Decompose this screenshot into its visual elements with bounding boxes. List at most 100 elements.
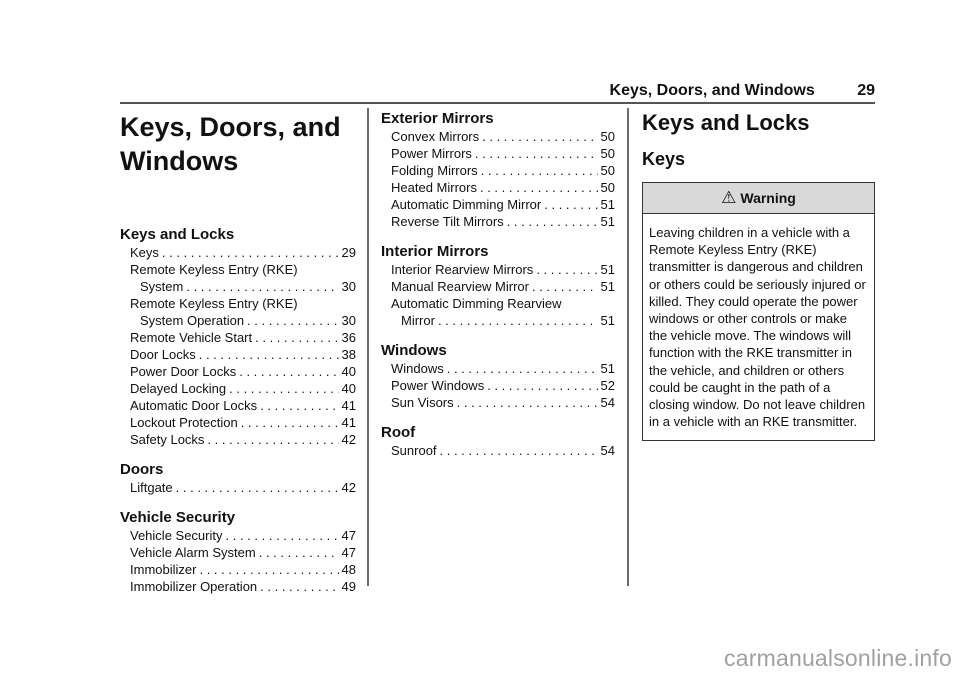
leader-dots bbox=[507, 213, 598, 230]
body-column: Keys and Locks Keys ⚠ Warning Leaving ch… bbox=[642, 108, 875, 442]
toc-entry-page: 50 bbox=[600, 163, 615, 178]
toc-entry[interactable]: Safety Locks 42 bbox=[120, 431, 356, 448]
leader-dots bbox=[438, 312, 598, 329]
toc-entry[interactable]: Door Locks 38 bbox=[120, 346, 356, 363]
toc-entry[interactable]: Liftgate 42 bbox=[120, 479, 356, 496]
column-divider bbox=[627, 108, 629, 586]
toc-entry-label: Vehicle Alarm System bbox=[130, 545, 256, 560]
toc-entry-page: 29 bbox=[341, 245, 356, 260]
toc-section-heading[interactable]: Vehicle Security bbox=[120, 510, 356, 526]
toc-entry-page: 54 bbox=[600, 395, 615, 410]
leader-dots bbox=[199, 346, 339, 363]
leader-dots bbox=[255, 329, 338, 346]
warning-box: ⚠ Warning Leaving children in a vehicle … bbox=[642, 182, 875, 442]
toc-entry-page: 38 bbox=[341, 347, 356, 362]
warning-triangle-icon: ⚠ bbox=[721, 188, 737, 207]
leader-dots bbox=[226, 527, 339, 544]
toc-entry[interactable]: Automatic Door Locks 41 bbox=[120, 397, 356, 414]
toc-entry-page: 42 bbox=[341, 432, 356, 447]
leader-dots bbox=[207, 431, 338, 448]
toc-entry[interactable]: Interior Rearview Mirrors 51 bbox=[381, 261, 615, 278]
toc-entry-label: Remote Keyless Entry (RKE) bbox=[130, 262, 298, 277]
toc-section-heading[interactable]: Doors bbox=[120, 462, 356, 478]
toc-entry-label: Automatic Dimming Mirror bbox=[391, 197, 542, 212]
toc-entry-label: Automatic Door Locks bbox=[130, 398, 258, 413]
toc-entry[interactable]: Immobilizer Operation 49 bbox=[120, 578, 356, 595]
toc-entry[interactable]: Power Door Locks 40 bbox=[120, 363, 356, 380]
toc-entry[interactable]: Vehicle Alarm System 47 bbox=[120, 544, 356, 561]
toc-section-heading[interactable]: Windows bbox=[381, 343, 615, 359]
toc-entry-label: Convex Mirrors bbox=[391, 129, 480, 144]
leader-dots bbox=[260, 578, 338, 595]
toc-entry-page: 30 bbox=[341, 279, 356, 294]
toc-entry-page: 41 bbox=[341, 398, 356, 413]
leader-dots bbox=[440, 442, 598, 459]
toc-entry-page: 52 bbox=[600, 378, 615, 393]
toc-entry-label: Power Windows bbox=[391, 378, 485, 393]
leader-dots bbox=[239, 363, 338, 380]
toc-entry[interactable]: Delayed Locking 40 bbox=[120, 380, 356, 397]
toc-section-heading[interactable]: Interior Mirrors bbox=[381, 244, 615, 260]
toc-entry[interactable]: Heated Mirrors 50 bbox=[381, 179, 615, 196]
toc-entry-label: Door Locks bbox=[130, 347, 196, 362]
toc-entry[interactable]: Automatic Dimming Mirror 51 bbox=[381, 196, 615, 213]
leader-dots bbox=[536, 261, 597, 278]
warning-title: Warning bbox=[740, 190, 796, 206]
toc-entry-label: Manual Rearview Mirror bbox=[391, 279, 529, 294]
toc-entry[interactable]: Power Mirrors 50 bbox=[381, 145, 615, 162]
toc-entry-page: 41 bbox=[341, 415, 356, 430]
toc-entry-label: Immobilizer bbox=[130, 562, 197, 577]
leader-dots bbox=[199, 561, 338, 578]
toc-section-heading[interactable]: Exterior Mirrors bbox=[381, 111, 615, 127]
toc-entry-label: Sun Visors bbox=[391, 395, 454, 410]
toc-entry[interactable]: Manual Rearview Mirror 51 bbox=[381, 278, 615, 295]
leader-dots bbox=[544, 196, 597, 213]
toc-entry-label: Immobilizer Operation bbox=[130, 579, 258, 594]
toc-entry[interactable]: Power Windows 52 bbox=[381, 377, 615, 394]
running-head-title: Keys, Doors, and Windows bbox=[609, 82, 815, 99]
leader-dots bbox=[482, 128, 597, 145]
toc-entry-label: Interior Rearview Mirrors bbox=[391, 262, 534, 277]
toc-entry[interactable]: Vehicle Security 47 bbox=[120, 527, 356, 544]
toc-section-heading[interactable]: Keys and Locks bbox=[120, 227, 356, 243]
toc-column-1: Keys, Doors, and Windows Keys and Locks K… bbox=[120, 108, 356, 595]
toc-entry[interactable]: Lockout Protection 41 bbox=[120, 414, 356, 431]
toc-entry-label: Liftgate bbox=[130, 480, 173, 495]
toc-entry[interactable]: Sunroof 54 bbox=[381, 442, 615, 459]
toc-section-heading[interactable]: Roof bbox=[381, 425, 615, 441]
toc-entry[interactable]: Automatic Dimming Rearview Mirror 51 bbox=[381, 295, 615, 329]
leader-dots bbox=[260, 397, 338, 414]
toc-column-2: Exterior MirrorsConvex Mirrors50Power Mi… bbox=[381, 108, 615, 459]
leader-dots bbox=[447, 360, 598, 377]
toc-entry[interactable]: Windows 51 bbox=[381, 360, 615, 377]
toc-entry-page: 49 bbox=[341, 579, 356, 594]
leader-dots bbox=[475, 145, 598, 162]
leader-dots bbox=[186, 278, 338, 295]
toc-entry[interactable]: Remote Vehicle Start 36 bbox=[120, 329, 356, 346]
leader-dots bbox=[241, 414, 339, 431]
toc-entry-label: Delayed Locking bbox=[130, 381, 227, 396]
warning-header: ⚠ Warning bbox=[643, 183, 874, 214]
toc-entry[interactable]: Sun Visors 54 bbox=[381, 394, 615, 411]
toc-entry-page: 40 bbox=[341, 381, 356, 396]
toc-entry-page: 50 bbox=[600, 146, 615, 161]
toc-entry-label: Automatic Dimming Rearview bbox=[391, 296, 562, 311]
leader-dots bbox=[480, 179, 598, 196]
toc-entry[interactable]: Convex Mirrors 50 bbox=[381, 128, 615, 145]
toc-entry[interactable]: Reverse Tilt Mirrors 51 bbox=[381, 213, 615, 230]
toc-entry-page: 51 bbox=[600, 262, 615, 277]
toc-entry-label: Power Door Locks bbox=[130, 364, 237, 379]
toc-entry-label: Lockout Protection bbox=[130, 415, 238, 430]
toc-entry[interactable]: Keys 29 bbox=[120, 244, 356, 261]
toc-entry-page: 40 bbox=[341, 364, 356, 379]
toc-entry-page: 50 bbox=[600, 129, 615, 144]
leader-dots bbox=[487, 377, 597, 394]
toc-entry-page: 50 bbox=[600, 180, 615, 195]
toc-entry[interactable]: Remote Keyless Entry (RKE) System 30 bbox=[120, 261, 356, 295]
toc-entry[interactable]: Remote Keyless Entry (RKE) System Operati… bbox=[120, 295, 356, 329]
toc-entry-page: 47 bbox=[341, 545, 356, 560]
toc-entry[interactable]: Folding Mirrors 50 bbox=[381, 162, 615, 179]
toc-entry-page: 42 bbox=[341, 480, 356, 495]
toc-entry[interactable]: Immobilizer 48 bbox=[120, 561, 356, 578]
toc-entry-page: 48 bbox=[341, 562, 356, 577]
